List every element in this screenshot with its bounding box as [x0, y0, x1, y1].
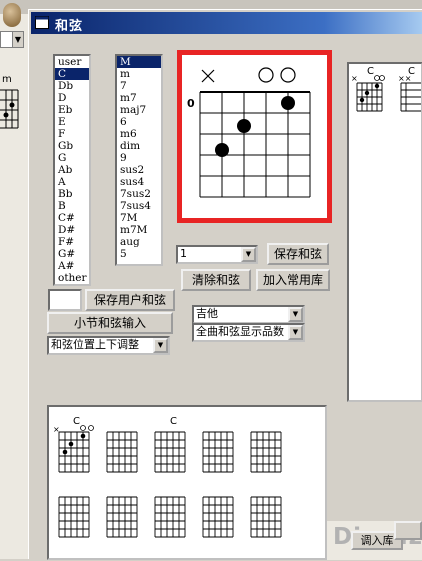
measure-chord-grids: C C ×	[53, 416, 282, 538]
chord-type-item[interactable]: 7sus2	[117, 188, 161, 200]
instrument-value: 吉他	[196, 307, 218, 320]
finger-dot[interactable]	[281, 96, 295, 110]
display-mode-select[interactable]: 全曲和弦显示品数 ▼	[192, 323, 305, 342]
app-orb-icon	[3, 3, 21, 27]
root-note-item[interactable]: Db	[55, 80, 89, 92]
chord-type-list[interactable]: Mm 7 m7 maj7 6 m6 dim 9 sus2 sus4 7sus2 7sus4 7M m7M a…	[115, 54, 163, 266]
root-note-item[interactable]: F#	[55, 236, 89, 248]
root-note-item[interactable]: other	[55, 272, 89, 284]
chord-type-item[interactable]: m7	[117, 92, 161, 104]
chord-type-item[interactable]: m	[117, 68, 161, 80]
chord-type-item[interactable]: dim	[117, 140, 161, 152]
root-note-item[interactable]: G	[55, 152, 89, 164]
clear-chord-button[interactable]: 清除和弦	[181, 269, 251, 291]
chord-type-item[interactable]: 7sus4	[117, 200, 161, 212]
chord-type-item[interactable]: sus2	[117, 164, 161, 176]
background-combo[interactable]: ▼	[0, 31, 24, 48]
chord-type-item[interactable]: m6	[117, 128, 161, 140]
fret-select-value: 1	[180, 247, 187, 260]
chord-diagram[interactable]: 0	[177, 50, 332, 223]
fret-number-label: 0	[187, 97, 195, 110]
chord-label: C	[170, 416, 177, 427]
chord-diagram-grid[interactable]: 0	[182, 55, 327, 218]
root-note-item[interactable]: B	[55, 200, 89, 212]
root-note-list[interactable]: user C Db D Eb E F Gb G Ab A Bb B C# D# F# G# A# other	[53, 54, 91, 286]
chevron-down-icon[interactable]: ▼	[288, 325, 303, 340]
root-note-item[interactable]: D	[55, 92, 89, 104]
chevron-down-icon[interactable]: ▼	[241, 247, 256, 262]
chord-type-item[interactable]: sus4	[117, 176, 161, 188]
instrument-select[interactable]: 吉他 ▼	[192, 305, 305, 324]
svg-text:××: ××	[398, 74, 411, 83]
title-bar[interactable]: 和弦	[31, 12, 422, 34]
chord-type-item[interactable]: 9	[117, 152, 161, 164]
root-note-item[interactable]: F	[55, 128, 89, 140]
background-chord-label: m	[2, 74, 12, 85]
chord-label: C	[73, 416, 80, 427]
root-note-item[interactable]: Eb	[55, 104, 89, 116]
chord-type-item[interactable]: 7M	[117, 212, 161, 224]
root-note-item[interactable]: G#	[55, 248, 89, 260]
chord-type-item[interactable]: 7	[117, 80, 161, 92]
chord-type-item[interactable]: aug	[117, 236, 161, 248]
chord-position-adjust-select[interactable]: 和弦位置上下调整 ▼	[47, 336, 170, 355]
root-note-item[interactable]: A	[55, 176, 89, 188]
root-note-item[interactable]: Gb	[55, 140, 89, 152]
svg-text:×: ×	[351, 74, 358, 83]
measure-chord-panel[interactable]: C C ×	[47, 405, 327, 560]
root-note-item[interactable]: E	[55, 116, 89, 128]
common-chord-panel[interactable]: C C × ××	[347, 62, 422, 402]
root-note-item[interactable]: Ab	[55, 164, 89, 176]
chord-type-item[interactable]: 5	[117, 248, 161, 260]
window-edge-button[interactable]	[394, 521, 422, 540]
root-note-item[interactable]: Bb	[55, 188, 89, 200]
root-note-item[interactable]: C#	[55, 212, 89, 224]
fret-select[interactable]: 1 ▼	[176, 245, 258, 264]
chord-label: C	[367, 66, 374, 77]
chevron-down-icon[interactable]: ▼	[12, 32, 23, 47]
finger-dot[interactable]	[237, 119, 251, 133]
chord-type-item[interactable]: m7M	[117, 224, 161, 236]
common-chord-previews: C C × ××	[351, 66, 421, 112]
chord-type-item[interactable]: M	[117, 56, 161, 68]
chord-type-item[interactable]: maj7	[117, 104, 161, 116]
window-icon	[35, 16, 49, 29]
save-user-chord-button[interactable]: 保存用户和弦	[85, 289, 175, 311]
chord-window: 和弦 user C Db D Eb E F Gb G Ab A Bb B C# D# F# G# A# other …	[28, 9, 422, 560]
add-to-common-button[interactable]: 加入常用库	[256, 269, 330, 291]
root-note-item[interactable]: user	[55, 56, 89, 68]
window-title: 和弦	[55, 19, 84, 34]
open-string-marker	[280, 67, 296, 83]
root-note-item[interactable]: D#	[55, 224, 89, 236]
user-chord-name-input[interactable]	[48, 289, 82, 311]
chevron-down-icon[interactable]: ▼	[288, 307, 303, 322]
save-chord-button[interactable]: 保存和弦	[267, 243, 329, 265]
chord-type-item[interactable]: 6	[117, 116, 161, 128]
position-adjust-value: 和弦位置上下调整	[51, 338, 139, 351]
finger-dot[interactable]	[215, 143, 229, 157]
measure-chord-input-button[interactable]: 小节和弦输入	[47, 312, 173, 334]
background-chord-grid	[0, 89, 19, 129]
root-note-item[interactable]: C	[55, 68, 89, 80]
display-mode-value: 全曲和弦显示品数	[196, 325, 284, 338]
chevron-down-icon[interactable]: ▼	[153, 338, 168, 353]
open-string-marker	[258, 67, 274, 83]
root-note-item[interactable]: A#	[55, 260, 89, 272]
